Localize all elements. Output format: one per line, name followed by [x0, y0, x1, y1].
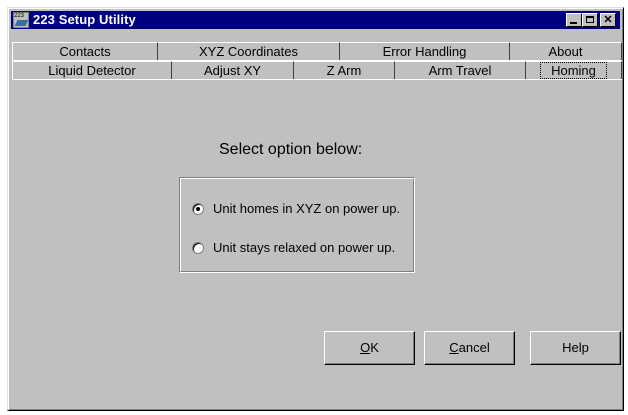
- tab-arm-travel[interactable]: Arm Travel: [395, 61, 526, 79]
- option-label: Unit homes in XYZ on power up.: [213, 201, 401, 216]
- tab-contacts[interactable]: Contacts: [12, 42, 158, 60]
- tab-label: Error Handling: [382, 44, 467, 59]
- tab-adjust-xy[interactable]: Adjust XY: [172, 61, 294, 79]
- close-icon: ✕: [603, 14, 613, 26]
- radio-button-selected[interactable]: [192, 203, 204, 215]
- tab-error-handling[interactable]: Error Handling: [340, 42, 510, 60]
- select-option-prompt: Select option below:: [219, 141, 363, 158]
- robot-arm-icon: [14, 20, 29, 26]
- tab-label: Liquid Detector: [48, 63, 136, 78]
- maximize-button[interactable]: [582, 13, 598, 27]
- title-bar[interactable]: 223 223 Setup Utility ✕: [11, 11, 620, 29]
- tab-xyz-coordinates[interactable]: XYZ Coordinates: [158, 42, 340, 60]
- tab-panel-border: [12, 79, 622, 80]
- tab-row-1: Contacts XYZ Coordinates Error Handling …: [12, 42, 622, 60]
- tab-label: About: [548, 44, 583, 59]
- radio-button[interactable]: [192, 242, 204, 254]
- window-title: 223 Setup Utility: [33, 12, 136, 27]
- maximize-icon: [586, 16, 594, 23]
- app-icon[interactable]: 223: [13, 12, 29, 28]
- radio-dot: [196, 207, 200, 211]
- cancel-button[interactable]: Cancel: [424, 331, 515, 365]
- tab-label: Homing: [540, 62, 607, 79]
- setup-utility-window: 223 223 Setup Utility ✕ Contacts XYZ Coo…: [7, 7, 624, 411]
- tab-label: XYZ Coordinates: [199, 44, 298, 59]
- help-button[interactable]: Help: [530, 331, 621, 365]
- tab-label: Contacts: [59, 44, 111, 59]
- minimize-icon: [570, 22, 577, 24]
- homing-options-group: Unit homes in XYZ on power up. Unit stay…: [179, 177, 415, 273]
- tab-label: Adjust XY: [203, 63, 262, 78]
- minimize-button[interactable]: [566, 13, 582, 27]
- tab-z-arm[interactable]: Z Arm: [294, 61, 395, 79]
- tab-liquid-detector[interactable]: Liquid Detector: [12, 61, 172, 79]
- option-label: Unit stays relaxed on power up.: [213, 240, 396, 255]
- close-button[interactable]: ✕: [600, 13, 616, 27]
- tab-homing[interactable]: Homing: [526, 61, 622, 79]
- tab-label: Z Arm: [326, 63, 362, 78]
- ok-button[interactable]: OK: [324, 331, 415, 365]
- tab-label: Arm Travel: [428, 63, 492, 78]
- tab-row-2: Liquid Detector Adjust XY Z Arm Arm Trav…: [12, 61, 622, 79]
- tab-about[interactable]: About: [510, 42, 622, 60]
- app-icon-label: 223: [14, 13, 25, 19]
